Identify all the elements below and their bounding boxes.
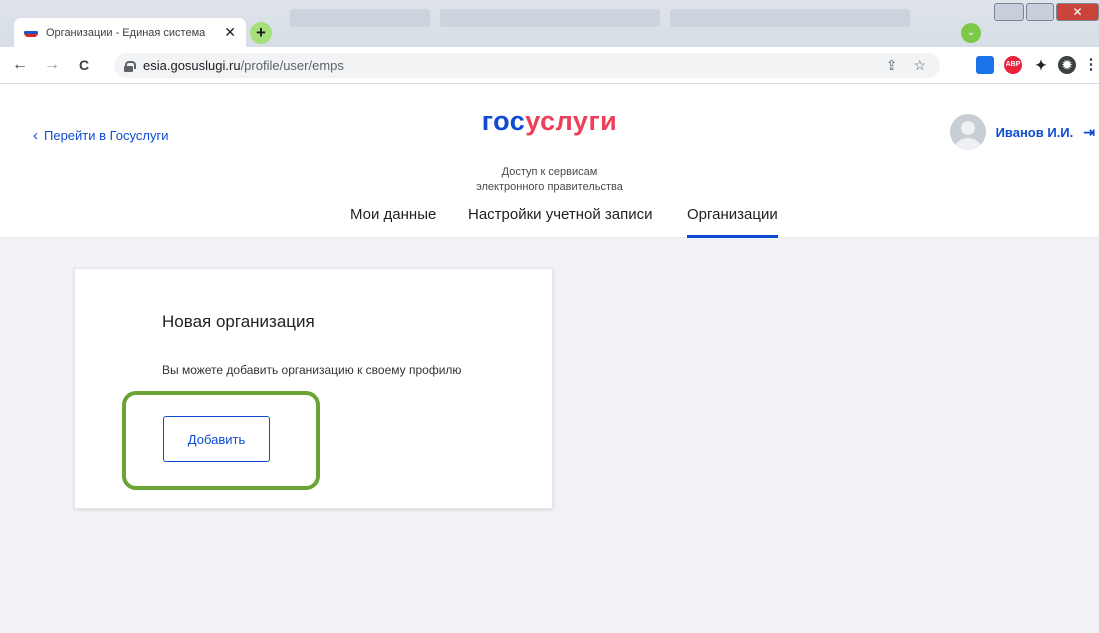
highlight-frame xyxy=(122,391,320,490)
share-icon[interactable]: ⇪ xyxy=(886,57,898,74)
adblock-extension-icon[interactable]: ABP xyxy=(1004,56,1022,74)
back-arrow-icon[interactable]: ← xyxy=(8,56,32,74)
tab-my-data[interactable]: Мои данные xyxy=(350,206,436,238)
window-close-button[interactable]: ✕ xyxy=(1056,3,1099,21)
tab-account-settings[interactable]: Настройки учетной записи xyxy=(468,206,653,238)
forward-arrow-icon[interactable]: → xyxy=(40,56,64,74)
user-name[interactable]: Иванов И.И. xyxy=(996,125,1074,140)
lock-icon[interactable] xyxy=(124,60,136,72)
card-description: Вы можете добавить организацию к своему … xyxy=(162,363,462,377)
tab-organizations[interactable]: Организации xyxy=(687,206,778,238)
browser-toolbar: ← → C esia.gosuslugi.ru/profile/user/emp… xyxy=(0,47,1099,84)
card-title: Новая организация xyxy=(162,312,315,331)
logo-subtitle: Доступ к сервисам электронного правитель… xyxy=(476,166,623,193)
browser-tab-active[interactable]: Организации - Единая система ✕ xyxy=(14,18,246,47)
bookmark-star-icon[interactable]: ☆ xyxy=(913,57,926,74)
settings-extension-icon[interactable]: ✹ xyxy=(1058,56,1076,74)
reload-icon[interactable]: C xyxy=(72,57,96,73)
gosuslugi-logo[interactable]: госуслуги xyxy=(0,106,1099,137)
url-host: esia.gosuslugi.ru xyxy=(143,58,241,73)
tab-search-button[interactable]: ⌄ xyxy=(961,23,981,43)
page-header: ‹ Перейти в Госуслуги госуслуги Доступ к… xyxy=(0,84,1099,238)
avatar[interactable] xyxy=(949,114,986,150)
logout-icon[interactable]: ⇥ xyxy=(1083,124,1095,141)
browser-menu-icon[interactable]: ⋮ xyxy=(1082,56,1099,74)
puzzle-extension-icon[interactable]: ✦ xyxy=(1032,56,1050,74)
blurred-tab[interactable] xyxy=(290,9,430,27)
user-menu[interactable]: Иванов И.И. ⇥ xyxy=(949,114,1095,150)
address-bar[interactable]: esia.gosuslugi.ru/profile/user/emps ⇪ ☆ xyxy=(114,53,940,78)
blurred-tab[interactable] xyxy=(670,9,910,27)
pocket-extension-icon[interactable] xyxy=(976,56,994,74)
url-path: /profile/user/emps xyxy=(240,58,344,73)
browser-tabstrip: Организации - Единая система ✕ + ⌄ ✕ xyxy=(0,0,1099,47)
blurred-tab[interactable] xyxy=(440,9,660,27)
tab-title: Организации - Единая система xyxy=(46,26,206,39)
window-maximize-button[interactable] xyxy=(1026,3,1054,21)
russia-flag-icon xyxy=(24,27,38,38)
window-minimize-button[interactable] xyxy=(994,3,1024,21)
tab-close-icon[interactable]: ✕ xyxy=(224,24,236,41)
profile-tabs: Мои данные Настройки учетной записи Орга… xyxy=(0,206,1099,238)
new-tab-button[interactable]: + xyxy=(250,22,272,44)
